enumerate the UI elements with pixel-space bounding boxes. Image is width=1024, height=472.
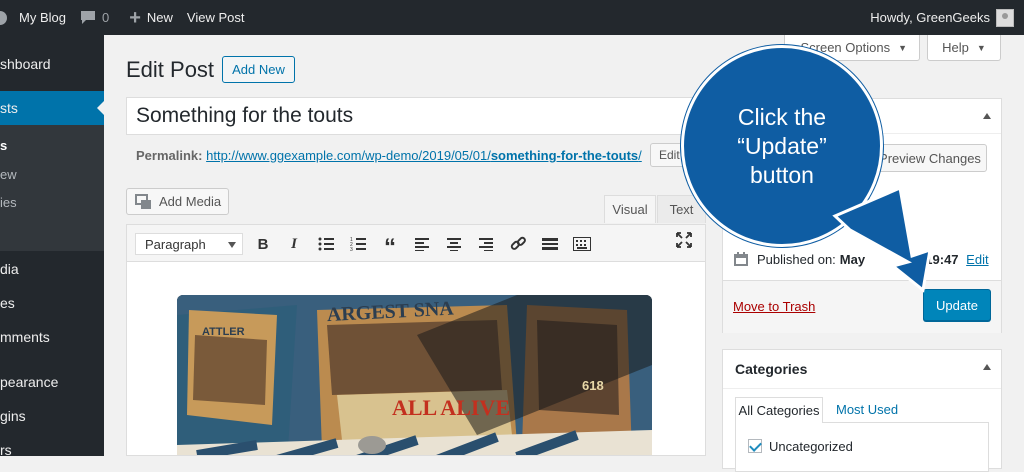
arrow-pointer-icon <box>832 185 932 293</box>
tab-all-categories[interactable]: All Categories <box>735 397 823 423</box>
callout-arrow <box>832 185 932 293</box>
